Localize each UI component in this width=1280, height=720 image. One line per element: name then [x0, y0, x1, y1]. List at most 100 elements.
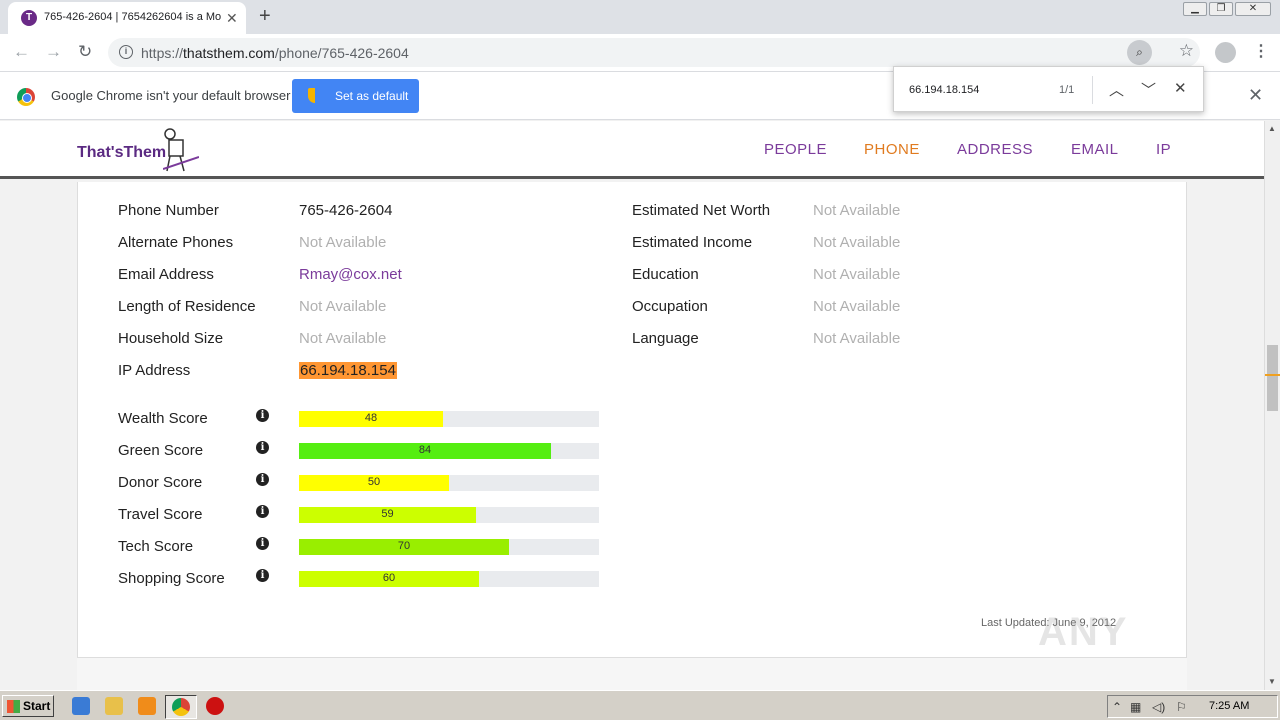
find-in-page-icon[interactable]: ⌕: [1127, 40, 1152, 65]
score-bar-fill: 70: [299, 539, 509, 555]
site-logo[interactable]: That'sThem: [77, 144, 166, 162]
restore-icon[interactable]: ❐: [1209, 2, 1233, 16]
nav-phone[interactable]: PHONE: [864, 141, 920, 158]
info-icon[interactable]: i: [256, 441, 269, 454]
web-page: That'sThem PEOPLE PHONE ADDRESS EMAIL IP…: [0, 121, 1264, 690]
new-tab-icon[interactable]: +: [259, 5, 271, 28]
detail-label: Phone Number: [118, 202, 219, 219]
site-info-icon[interactable]: i: [119, 45, 133, 59]
detail-label: Length of Residence: [118, 298, 256, 315]
nav-ip[interactable]: IP: [1156, 141, 1171, 158]
chrome-menu-icon[interactable]: ⋮: [1253, 41, 1269, 61]
scroll-up-icon[interactable]: ▲: [1268, 124, 1276, 133]
nav-address[interactable]: ADDRESS: [957, 141, 1033, 158]
find-next-icon[interactable]: ﹀: [1141, 79, 1156, 100]
chrome-logo-icon: [17, 88, 35, 106]
set-as-default-label: Set as default: [335, 89, 409, 103]
result-card: Phone Number 765-426-2604 Alternate Phon…: [77, 182, 1187, 690]
score-bar: 60: [299, 571, 599, 587]
minimize-icon[interactable]: ▁: [1183, 2, 1207, 16]
email-link[interactable]: Rmay@cox.net: [299, 266, 402, 283]
set-as-default-button[interactable]: Set as default: [292, 79, 419, 113]
info-icon[interactable]: i: [256, 505, 269, 518]
forward-arrow-icon[interactable]: →: [45, 42, 62, 62]
find-match-marker: [1265, 374, 1280, 376]
detail-label: IP Address: [118, 362, 191, 379]
score-value: 84: [418, 444, 432, 456]
detail-label: Estimated Net Worth: [632, 202, 771, 219]
scroll-down-icon[interactable]: ▼: [1268, 677, 1276, 686]
ip-address-value[interactable]: 66.194.18.154: [299, 362, 397, 379]
detail-label: Occupation: [632, 298, 708, 315]
score-label: Travel Score: [118, 506, 203, 523]
infobar-message: Google Chrome isn't your default browser: [51, 88, 291, 103]
score-bar: 50: [299, 475, 599, 491]
windows-flag-icon: [7, 700, 20, 713]
chrome-taskbar-button[interactable]: [165, 695, 197, 719]
score-bar: 59: [299, 507, 599, 523]
start-label: Start: [23, 699, 51, 713]
opera-icon[interactable]: [206, 697, 224, 715]
score-bar-fill: 48: [299, 411, 443, 427]
profile-avatar-icon[interactable]: [1215, 42, 1236, 63]
score-value: 70: [397, 540, 411, 552]
window-close-icon[interactable]: ✕: [1235, 2, 1271, 16]
start-button[interactable]: Start: [2, 695, 54, 717]
detail-label: Language: [632, 330, 699, 347]
info-icon[interactable]: i: [256, 409, 269, 422]
show-hidden-icons-icon[interactable]: ⌃: [1112, 700, 1122, 714]
volume-icon[interactable]: ◁): [1152, 700, 1165, 714]
page-scrollbar[interactable]: ▲ ▼: [1264, 121, 1280, 690]
uac-shield-icon: [308, 88, 322, 103]
windows-taskbar: Start ⌃ ▦ ◁) ⚐ 7:25 AM: [0, 690, 1280, 720]
score-bar: 70: [299, 539, 599, 555]
infobar-close-icon[interactable]: ✕: [1248, 85, 1263, 106]
nav-people[interactable]: PEOPLE: [764, 141, 827, 158]
score-label: Tech Score: [118, 538, 194, 555]
education-value: Not Available: [813, 266, 901, 283]
tab-title: 765-426-2604 | 7654262604 is a Mo: [44, 11, 222, 23]
score-bar: 84: [299, 443, 599, 459]
score-label: Shopping Score: [118, 570, 225, 587]
info-icon[interactable]: i: [256, 537, 269, 550]
tab-strip: T 765-426-2604 | 7654262604 is a Mo ✕ + …: [0, 0, 1280, 34]
url-path: /phone/765-426-2604: [274, 45, 409, 61]
internet-explorer-icon[interactable]: [72, 697, 90, 715]
media-player-icon[interactable]: [138, 697, 156, 715]
nav-email[interactable]: EMAIL: [1071, 141, 1119, 158]
browser-tab[interactable]: T 765-426-2604 | 7654262604 is a Mo ✕: [8, 2, 246, 34]
next-section: [77, 658, 1187, 690]
score-bar: 48: [299, 411, 599, 427]
network-icon[interactable]: ▦: [1130, 700, 1141, 714]
action-center-flag-icon[interactable]: ⚐: [1176, 700, 1187, 714]
alternate-phones-value: Not Available: [299, 234, 387, 251]
find-bar: 66.194.18.154 1/1 ︿ ﹀ ✕: [893, 66, 1204, 112]
chrome-icon: [172, 698, 190, 716]
find-close-icon[interactable]: ✕: [1174, 79, 1187, 97]
score-value: 50: [367, 476, 381, 488]
scrollbar-thumb[interactable]: [1267, 345, 1278, 411]
taskbar-clock[interactable]: 7:25 AM: [1209, 700, 1249, 712]
back-arrow-icon[interactable]: ←: [13, 42, 30, 62]
score-bar-fill: 59: [299, 507, 476, 523]
file-explorer-icon[interactable]: [105, 697, 123, 715]
info-icon[interactable]: i: [256, 473, 269, 486]
info-icon[interactable]: i: [256, 569, 269, 582]
income-value: Not Available: [813, 234, 901, 251]
system-tray: ⌃ ▦ ◁) ⚐ 7:25 AM: [1107, 695, 1278, 718]
address-bar[interactable]: i https://thatsthem.com/phone/765-426-26…: [108, 38, 1200, 67]
find-previous-icon[interactable]: ︿: [1109, 79, 1124, 100]
bookmark-star-icon[interactable]: ☆: [1179, 41, 1194, 61]
site-favicon-icon: T: [21, 10, 37, 26]
score-value: 48: [364, 412, 378, 424]
score-value: 60: [382, 572, 396, 584]
url-text[interactable]: https://thatsthem.com/phone/765-426-2604: [141, 45, 409, 61]
detail-label: Alternate Phones: [118, 234, 234, 251]
detail-label: Education: [632, 266, 699, 283]
detail-label: Estimated Income: [632, 234, 753, 251]
language-value: Not Available: [813, 330, 901, 347]
tab-close-icon[interactable]: ✕: [226, 10, 238, 26]
find-input[interactable]: 66.194.18.154: [909, 84, 979, 96]
score-label: Green Score: [118, 442, 204, 459]
reload-icon[interactable]: ↻: [78, 42, 92, 62]
